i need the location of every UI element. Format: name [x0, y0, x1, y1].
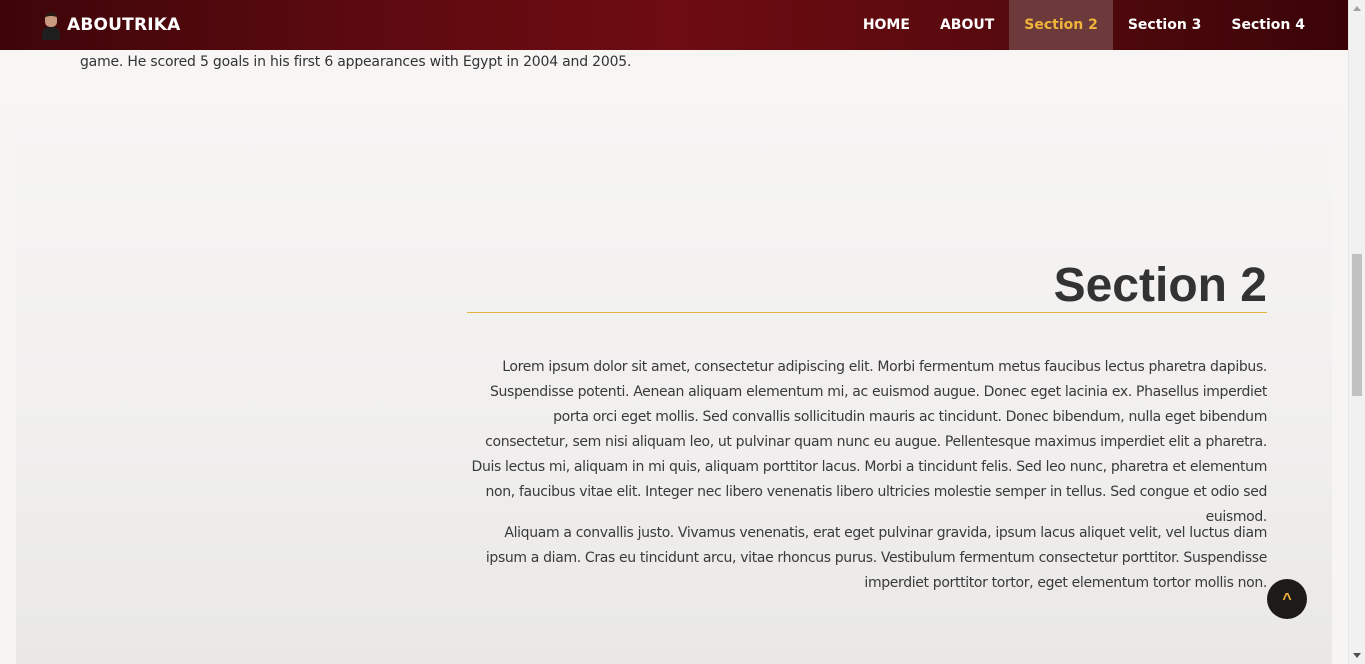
brand-link[interactable]: ABOUTRIKA [41, 10, 181, 40]
section-paragraph: Lorem ipsum dolor sit amet, consectetur … [471, 359, 1268, 525]
page: game. He scored 5 goals in his first 6 a… [0, 0, 1348, 664]
nav-item-home[interactable]: HOME [848, 0, 925, 50]
scroll-down-arrow-icon[interactable] [1353, 653, 1361, 658]
top-navbar: ABOUTRIKA HOME ABOUT Section 2 Section 3… [0, 0, 1348, 50]
player-portrait-icon [41, 10, 61, 40]
nav-item-about[interactable]: ABOUT [925, 0, 1009, 50]
nav-item-section-4[interactable]: Section 4 [1216, 0, 1320, 50]
title-divider [467, 312, 1267, 313]
nav-item-section-3[interactable]: Section 3 [1113, 0, 1217, 50]
section-paragraph: Aliquam a convallis justo. Vivamus venen… [485, 525, 1267, 591]
brand-name: ABOUTRIKA [67, 15, 181, 35]
scroll-to-top-button[interactable]: ^ [1267, 579, 1307, 619]
nav-menu: HOME ABOUT Section 2 Section 3 Section 4 [848, 0, 1320, 50]
about-paragraph-tail: game. He scored 5 goals in his first 6 a… [80, 54, 632, 70]
nav-item-section-2[interactable]: Section 2 [1009, 0, 1113, 50]
vertical-scrollbar[interactable] [1348, 0, 1365, 664]
section-title: Section 2 [1053, 259, 1267, 312]
scroll-up-arrow-icon[interactable] [1353, 6, 1361, 11]
scrollbar-thumb[interactable] [1352, 254, 1362, 396]
